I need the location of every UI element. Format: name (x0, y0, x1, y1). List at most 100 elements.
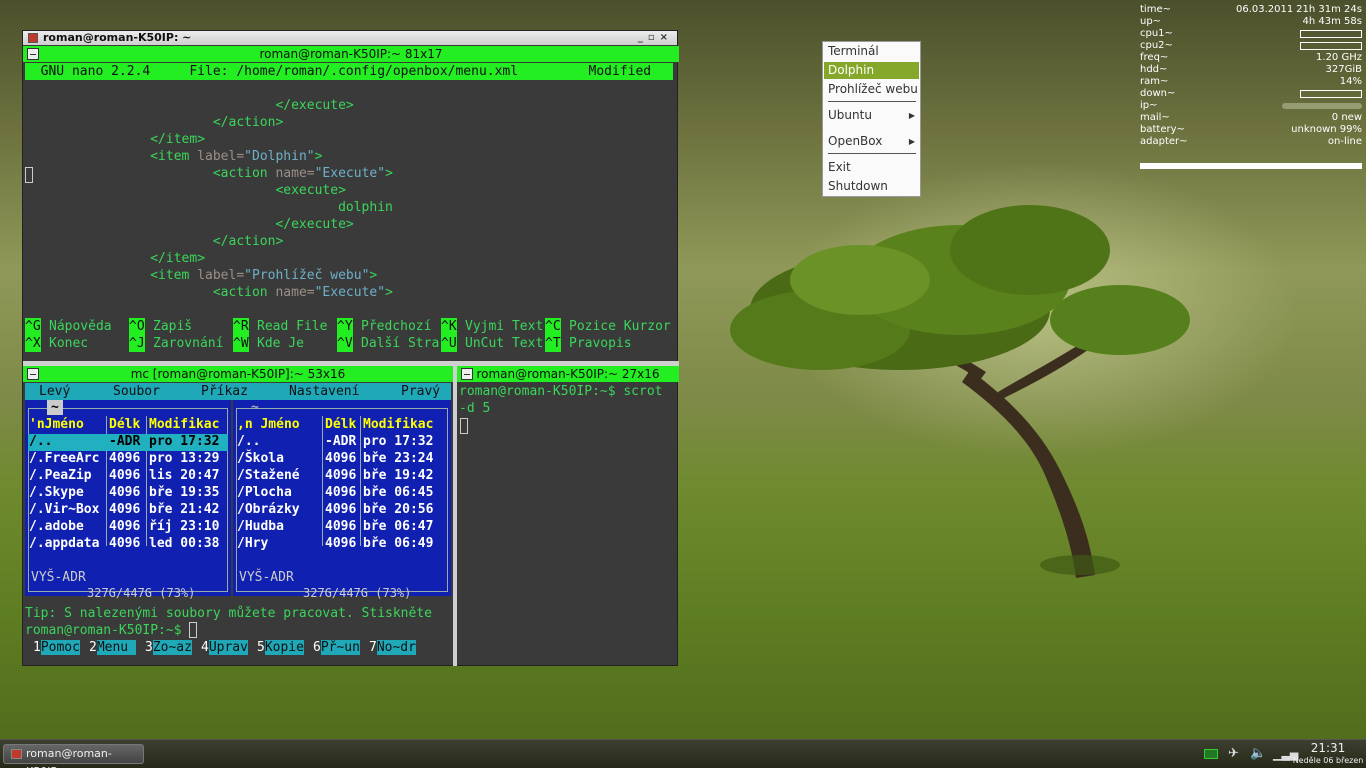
file-row[interactable]: /Hudba 4096 bře 06:47 (236, 519, 448, 536)
mc-right-panel[interactable]: ~ ,n Jméno Délk Modifikac /.. -ADR pro 17:32/Š… (233, 400, 451, 600)
xml-tag-end: > (314, 149, 323, 164)
terminal-menu-icon[interactable] (27, 368, 39, 380)
window-titlebar[interactable]: roman@roman-K50IP: ~ _▫× (23, 31, 677, 45)
panel-path: ~ (47, 400, 63, 415)
shortcut-label: Další Stra (361, 336, 440, 351)
nano-line: <action name="Execute"> (25, 165, 393, 182)
function-key[interactable]: 1Pomoc (33, 639, 80, 656)
file-cell: 4096 (325, 468, 357, 483)
menu-item-openbox[interactable]: OpenBox ▶ (824, 133, 919, 150)
clock[interactable]: 21:31 Neděle 06 březen (1292, 742, 1364, 766)
file-cell: /.. (29, 434, 53, 449)
file-cell: 4096 (325, 536, 357, 551)
panel-disk-usage: 327G/447G (73%) (303, 586, 412, 600)
mc-menu-left[interactable]: Levý (39, 383, 70, 400)
shortcut-key[interactable]: ^J (129, 335, 145, 352)
shortcut-key[interactable]: ^W (233, 335, 249, 352)
shortcut-key[interactable]: ^G (25, 318, 41, 335)
file-cell: říj 23:10 (149, 519, 220, 534)
shortcut-label: Konec (49, 336, 89, 351)
file-cell: 4096 (325, 451, 357, 466)
shortcut-key[interactable]: ^K (441, 318, 457, 335)
file-row[interactable]: /.Vir~Box 4096 bře 21:42 (28, 502, 228, 519)
nano-line: </execute> (25, 216, 353, 233)
column-header[interactable]: Modifikac (363, 417, 433, 432)
file-row[interactable]: /Stažené 4096 bře 19:42 (236, 468, 448, 485)
shortcut-key[interactable]: ^V (337, 335, 353, 352)
panel-disk-usage: 327G/447G (73%) (87, 586, 196, 600)
file-row[interactable]: /Obrázky 4096 bře 20:56 (236, 502, 448, 519)
mc-terminal[interactable]: mc [roman@roman-K50IP]:~ 53x16 Levý Soub… (23, 366, 453, 666)
function-key[interactable]: 2Menu (89, 639, 136, 656)
shell-tab-bar[interactable]: roman@roman-K50IP:~ 27x16 (457, 366, 679, 382)
mc-prompt[interactable]: roman@roman-K50IP:~$ (25, 622, 198, 639)
xml-value: "Prohlížeč webu" (244, 268, 370, 283)
function-key[interactable]: 4Uprav (201, 639, 248, 656)
shortcut-key[interactable]: ^R (233, 318, 249, 335)
file-row[interactable]: /Škola 4096 bře 23:24 (236, 451, 448, 468)
nano-tab-bar[interactable]: roman@roman-K50IP:~ 81x17 (23, 46, 679, 62)
shortcut-key[interactable]: ^Y (337, 318, 353, 335)
close-button[interactable]: × (660, 32, 673, 43)
minimize-button[interactable]: _ (638, 32, 648, 43)
shortcut-key[interactable]: ^C (545, 318, 561, 335)
mc-menu-file[interactable]: Soubor (113, 383, 160, 400)
menu-item-web-browser[interactable]: Prohlížeč webu (824, 81, 919, 98)
mc-menu-right[interactable]: Pravý (401, 383, 440, 400)
conky-value: on-line (1327, 136, 1362, 147)
shortcut-key[interactable]: ^T (545, 335, 561, 352)
file-row[interactable]: /.PeaZip 4096 lis 20:47 (28, 468, 228, 485)
file-row[interactable]: /.FreeArc 4096 pro 13:29 (28, 451, 228, 468)
nano-tab-title: roman@roman-K50IP:~ 81x17 (259, 47, 443, 61)
menu-item-ubuntu[interactable]: Ubuntu ▶ (824, 107, 919, 124)
column-header[interactable]: Modifikac (149, 417, 219, 432)
terminal-menu-icon[interactable] (461, 368, 473, 380)
column-header[interactable]: Délk (109, 417, 140, 432)
shortcut-key[interactable]: ^O (129, 318, 145, 335)
file-row[interactable]: /.. -ADR pro 17:32 (236, 434, 448, 451)
conky-label: hdd~ (1140, 64, 1168, 75)
mc-menu-options[interactable]: Nastavení (289, 383, 359, 400)
clock-date: Neděle 06 březen (1292, 756, 1364, 765)
xml-attr: label= (197, 268, 245, 283)
menu-item-terminal[interactable]: Terminál (824, 43, 919, 60)
volume-icon[interactable]: 🔈 (1250, 746, 1266, 761)
window-title: roman@roman-K50IP: ~ (43, 31, 192, 44)
file-row[interactable]: /Plocha 4096 bře 06:45 (236, 485, 448, 502)
shortcut-key[interactable]: ^U (441, 335, 457, 352)
terminal-window[interactable]: roman@roman-K50IP: ~ _▫× roman@roman-K50… (22, 30, 679, 666)
function-key[interactable]: 5Kopie (257, 639, 304, 656)
file-row[interactable]: /Hry 4096 bře 06:49 (236, 536, 448, 553)
shell-terminal[interactable]: roman@roman-K50IP:~ 27x16 roman@roman-K5… (457, 366, 679, 666)
file-row[interactable]: /.Skype 4096 bře 19:35 (28, 485, 228, 502)
maximize-button[interactable]: ▫ (648, 32, 660, 43)
file-row[interactable]: /.adobe 4096 říj 23:10 (28, 519, 228, 536)
function-key[interactable]: 6Př~un (313, 639, 360, 656)
nano-terminal[interactable]: roman@roman-K50IP:~ 81x17 GNU nano 2.2.4… (23, 46, 679, 376)
file-cell: pro 17:32 (363, 434, 434, 449)
function-key[interactable]: 3Zo~az (145, 639, 192, 656)
file-row[interactable]: /.appdata 4096 led 00:38 (28, 536, 228, 553)
menu-item-dolphin[interactable]: Dolphin (824, 62, 919, 79)
menu-item-exit[interactable]: Exit (824, 159, 919, 176)
column-header[interactable]: ,n Jméno (237, 417, 300, 432)
column-header[interactable]: Délk (325, 417, 356, 432)
xml-tag: <action (212, 285, 276, 300)
menu-item-openbox-label: OpenBox (828, 134, 883, 148)
column-header[interactable]: 'nJméno (29, 417, 84, 432)
shortcut-label: Zarovnání (153, 336, 224, 351)
mc-tab-bar[interactable]: mc [roman@roman-K50IP]:~ 53x16 (23, 366, 453, 382)
wallpaper-tree (730, 205, 1190, 578)
pin-icon[interactable]: ✈ (1228, 746, 1239, 761)
function-key[interactable]: 7No~dr (369, 639, 416, 656)
file-row[interactable]: /.. -ADR pro 17:32 (28, 434, 228, 451)
mc-left-panel[interactable]: ~ 'nJméno Délk Modifikac /.. -ADR pro 17:32 /.F… (25, 400, 231, 600)
menu-item-shutdown[interactable]: Shutdown (824, 178, 919, 195)
file-cell: /Stažené (237, 468, 300, 483)
battery-icon[interactable] (1204, 749, 1218, 759)
terminal-menu-icon[interactable] (27, 48, 39, 60)
file-cell: 4096 (325, 485, 357, 500)
mc-menu-command[interactable]: Příkaz (201, 383, 248, 400)
taskbar-item-terminal[interactable]: roman@roman-K50IP... (3, 744, 144, 768)
shortcut-key[interactable]: ^X (25, 335, 41, 352)
